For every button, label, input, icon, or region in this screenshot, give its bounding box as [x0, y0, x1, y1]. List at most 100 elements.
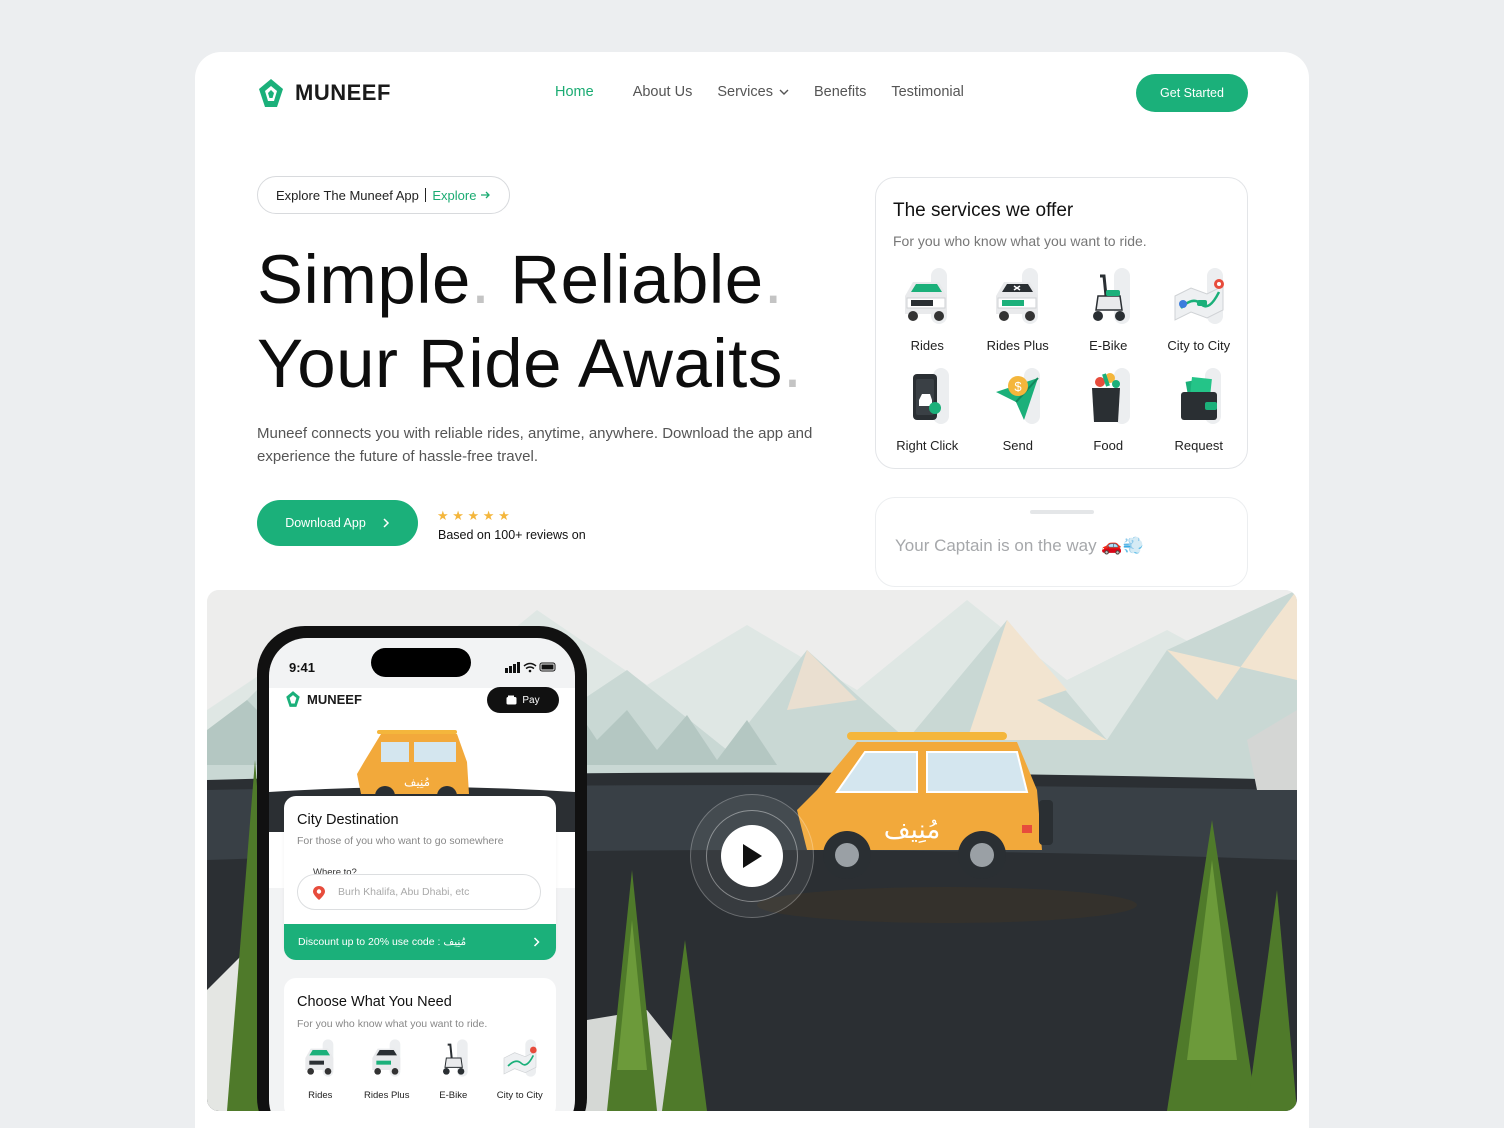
send-money-icon: $: [995, 368, 1040, 424]
service-label: Send: [1002, 438, 1033, 453]
nav-about[interactable]: About Us: [633, 84, 693, 100]
hero-video-scene: مُنِيف 9:41 MUNEEF Pay مُنِيف City Desti…: [207, 590, 1297, 1111]
headline-word-reliable: Reliable: [510, 241, 764, 318]
reviews-text: Based on 100+ reviews on: [438, 528, 586, 542]
card2-subtitle: For you who know what you want to ride.: [297, 1018, 488, 1030]
hero-headline: Simple. Reliable. Your Ride Awaits.: [257, 238, 803, 406]
phone-car-icon: [913, 368, 950, 424]
drag-handle[interactable]: [1030, 510, 1094, 514]
wallet-icon: [1180, 368, 1221, 424]
service-right-click[interactable]: Right Click: [882, 366, 973, 453]
explore-app-pill[interactable]: Explore The Muneef App Explore: [257, 176, 511, 214]
svg-text:مُنِيف: مُنِيف: [404, 775, 430, 789]
mini-service-label: Rides Plus: [364, 1090, 410, 1101]
service-label: Right Click: [896, 438, 959, 453]
service-city-to-city[interactable]: City to City: [1154, 266, 1245, 353]
get-started-button[interactable]: Get Started: [1136, 74, 1248, 112]
mini-service-label: E-Bike: [439, 1090, 468, 1101]
explore-link[interactable]: Explore: [432, 188, 491, 203]
arrow-right-icon: [481, 191, 491, 199]
scooter-icon: [443, 1039, 468, 1077]
scooter-icon: [1093, 268, 1131, 324]
status-icons: [505, 662, 556, 673]
mini-service-label: City to City: [496, 1090, 543, 1101]
nav-testimonial[interactable]: Testimonial: [891, 84, 964, 100]
brand-name: MUNEEF: [295, 80, 391, 105]
headline-dot: .: [470, 241, 491, 318]
chevron-down-icon: [779, 89, 789, 95]
premium-car-icon: [372, 1039, 401, 1077]
headline-line2: Your Ride Awaits: [257, 325, 783, 402]
pay-label: Pay: [522, 694, 540, 706]
map-route-icon: [503, 1039, 537, 1077]
services-subtitle: For you who know what you want to ride.: [893, 233, 1147, 249]
svg-text:مُنِيف: مُنِيف: [884, 815, 941, 845]
phone-brand-logo: MUNEEF: [285, 690, 362, 708]
download-label: Download App: [285, 516, 366, 530]
service-rides-plus[interactable]: Rides Plus: [973, 266, 1064, 353]
wallet-icon: [506, 695, 517, 705]
nav-services-label: Services: [717, 84, 773, 100]
service-request[interactable]: Request: [1154, 366, 1245, 453]
food-bag-icon: [1092, 368, 1131, 424]
rating-stars: ★ ★ ★ ★ ★: [437, 508, 510, 523]
chevron-right-icon: [533, 937, 540, 947]
captain-status-text: Your Captain is on the way 🚗💨: [895, 536, 1144, 555]
pay-button[interactable]: Pay: [487, 687, 559, 713]
phone-screen: 9:41 MUNEEF Pay مُنِيف City Destination …: [269, 638, 575, 1111]
nav-benefits[interactable]: Benefits: [814, 84, 866, 100]
service-label: City to City: [1167, 338, 1231, 353]
nav-services[interactable]: Services: [717, 84, 789, 100]
mini-service-city-to-city[interactable]: City to City: [487, 1038, 554, 1101]
nav-home[interactable]: Home: [555, 84, 594, 100]
service-food[interactable]: Food: [1063, 366, 1154, 453]
phone-mockup: 9:41 MUNEEF Pay مُنِيف City Destination …: [257, 626, 587, 1111]
service-label: Rides: [910, 338, 944, 353]
map-route-icon: [1174, 268, 1224, 324]
mini-service-rides-plus[interactable]: Rides Plus: [354, 1038, 421, 1101]
car-icon: [305, 1039, 334, 1077]
service-label: Request: [1174, 438, 1223, 453]
hero-description: Muneef connects you with reliable rides,…: [257, 425, 813, 465]
headline-word-simple: Simple: [257, 241, 471, 318]
services-card: The services we offer For you who know w…: [875, 177, 1248, 469]
choose-service-card: Choose What You Need For you who know wh…: [284, 978, 556, 1111]
card-title: City Destination: [297, 812, 399, 828]
service-rides[interactable]: Rides: [882, 266, 973, 353]
main-nav: Home About Us Services Benefits Testimon…: [555, 84, 964, 100]
svg-text:$: $: [1014, 379, 1022, 394]
services-title: The services we offer: [893, 200, 1074, 221]
discount-text: Discount up to 20% use code : مُنِيف: [298, 936, 467, 948]
premium-car-icon: [995, 268, 1038, 324]
car-icon: [905, 268, 948, 324]
play-video-button[interactable]: [690, 794, 814, 918]
service-send[interactable]: $ Send: [973, 366, 1064, 453]
muneef-logo-icon: [286, 691, 300, 707]
play-ring: [706, 810, 798, 902]
where-to-input[interactable]: Burh Khalifa, Abu Dhabi, etc: [297, 874, 541, 910]
headline-dot: .: [763, 241, 784, 318]
mini-service-label: Rides: [308, 1090, 333, 1101]
status-time: 9:41: [289, 660, 316, 675]
play-icon-circle: [721, 825, 783, 887]
mini-services-grid: Rides Rides Plus E-Bike City to City: [287, 1038, 553, 1101]
location-pin-icon: [313, 886, 325, 900]
captain-status-card: Your Captain is on the way 🚗💨: [875, 497, 1248, 587]
service-label: E-Bike: [1089, 338, 1128, 353]
mini-service-e-bike[interactable]: E-Bike: [420, 1038, 487, 1101]
service-e-bike[interactable]: E-Bike: [1063, 266, 1154, 353]
chevron-right-icon: [383, 518, 389, 528]
card2-title: Choose What You Need: [297, 994, 452, 1010]
mini-service-rides[interactable]: Rides: [287, 1038, 354, 1101]
dynamic-island: [371, 648, 471, 677]
card-subtitle: For those of you who want to go somewher…: [297, 835, 504, 847]
service-label: Rides Plus: [986, 338, 1049, 353]
muneef-logo-icon: [259, 79, 283, 107]
brand-logo[interactable]: MUNEEF: [257, 77, 391, 109]
service-label: Food: [1093, 438, 1124, 453]
pill-divider: [424, 188, 427, 202]
download-app-button[interactable]: Download App: [257, 500, 418, 546]
pill-text: Explore The Muneef App: [276, 187, 419, 203]
discount-banner[interactable]: Discount up to 20% use code : مُنِيف: [284, 924, 556, 960]
explore-label: Explore: [432, 187, 477, 203]
